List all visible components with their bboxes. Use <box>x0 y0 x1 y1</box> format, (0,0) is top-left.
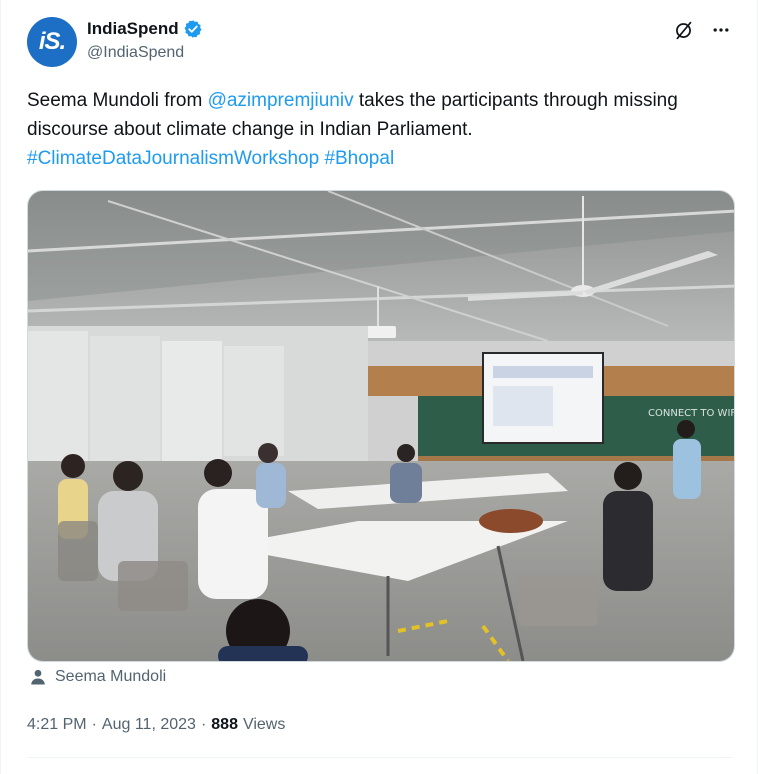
grok-icon[interactable] <box>671 18 695 42</box>
tagged-person-name[interactable]: Seema Mundoli <box>55 668 166 686</box>
tweet-meta: 4:21 PM · Aug 11, 2023 · 888 Views <box>27 716 285 734</box>
board-text: CONNECT TO WIFI <box>648 408 735 419</box>
divider <box>27 757 733 758</box>
tweet-date[interactable]: Aug 11, 2023 <box>102 716 196 734</box>
mention-link[interactable]: @azimpremjiuniv <box>208 90 354 111</box>
classroom-photo: CONNECT TO WIFI <box>28 191 735 661</box>
hashtag-link[interactable]: #ClimateDataJournalismWorkshop <box>27 148 319 169</box>
more-icon[interactable] <box>709 18 733 42</box>
person-icon <box>31 669 45 685</box>
avatar[interactable]: iS. <box>27 17 77 67</box>
meta-separator: · <box>91 716 97 733</box>
hashtag-link[interactable]: #Bhopal <box>324 148 394 169</box>
views-label: Views <box>242 716 286 733</box>
display-name[interactable]: IndiaSpend <box>87 19 179 39</box>
tweet-time[interactable]: 4:21 PM <box>27 716 87 734</box>
tweet-photo[interactable]: CONNECT TO WIFI <box>27 190 735 662</box>
verified-badge-icon <box>183 19 203 39</box>
tweet-actions-top <box>671 18 733 42</box>
tagged-people[interactable]: Seema Mundoli <box>29 668 166 686</box>
author-name-row: IndiaSpend <box>87 19 203 39</box>
tweet-text-part: Seema Mundoli from <box>27 90 208 111</box>
tweet-card: iS. IndiaSpend @IndiaSpend Seema Mundoli… <box>0 0 758 774</box>
author-handle[interactable]: @IndiaSpend <box>87 44 184 62</box>
meta-separator: · <box>200 716 207 733</box>
view-count: 888 <box>211 716 238 733</box>
avatar-logo-text: iS. <box>38 28 66 55</box>
tweet-text: Seema Mundoli from @azimpremjiuniv takes… <box>27 86 727 173</box>
